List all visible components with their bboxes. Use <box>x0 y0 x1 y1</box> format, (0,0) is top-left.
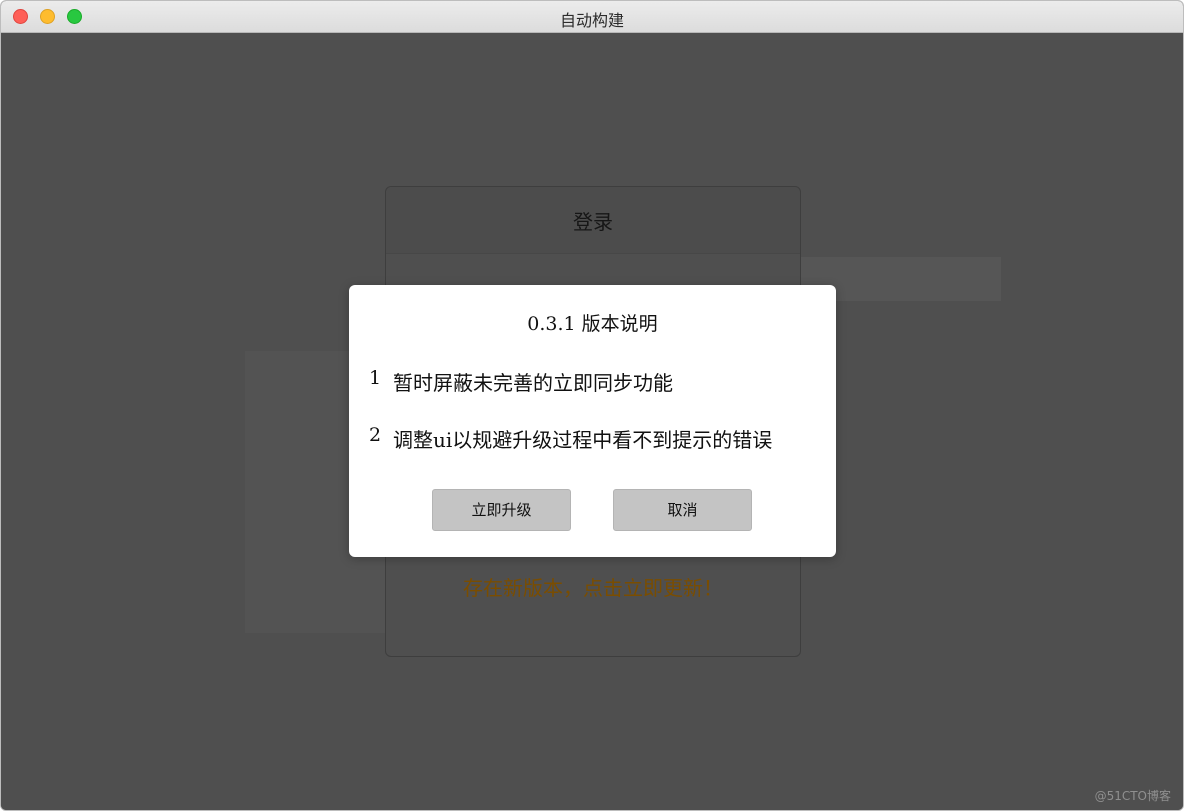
release-note-item: 2 调整ui以规避升级过程中看不到提示的错误 <box>369 424 772 453</box>
upgrade-now-button[interactable]: 立即升级 <box>432 489 571 531</box>
update-available-link[interactable]: 存在新版本，点击立即更新！ <box>386 572 800 601</box>
dialog-title: 0.3.1 版本说明 <box>527 313 658 335</box>
release-notes-dialog: 0.3.1 版本说明 1 暂时屏蔽未完善的立即同步功能 2 调整ui以规避升级过程中… <box>349 285 836 557</box>
release-note-text: 调整ui以规避升级过程中看不到提示的错误 <box>393 428 773 452</box>
watermark-text: @51CTO博客 <box>1094 789 1171 803</box>
release-note-number: 2 <box>369 424 382 446</box>
cancel-button[interactable]: 取消 <box>613 489 752 531</box>
window-title: 自动构建 <box>559 11 624 30</box>
release-note-text: 暂时屏蔽未完善的立即同步功能 <box>393 371 673 395</box>
release-note-number: 1 <box>369 367 382 389</box>
app-window: 自动构建 登录 存在新版本，点击立即更新！ 0.3.1 版本说明 1 暂时屏蔽未完… <box>0 0 1184 811</box>
release-note-item: 1 暂时屏蔽未完善的立即同步功能 <box>369 367 673 396</box>
login-title: 登录 <box>386 187 800 254</box>
window-content: 登录 存在新版本，点击立即更新！ 0.3.1 版本说明 1 暂时屏蔽未完善的立即同… <box>1 33 1183 810</box>
title-bar[interactable]: 自动构建 <box>1 1 1183 33</box>
